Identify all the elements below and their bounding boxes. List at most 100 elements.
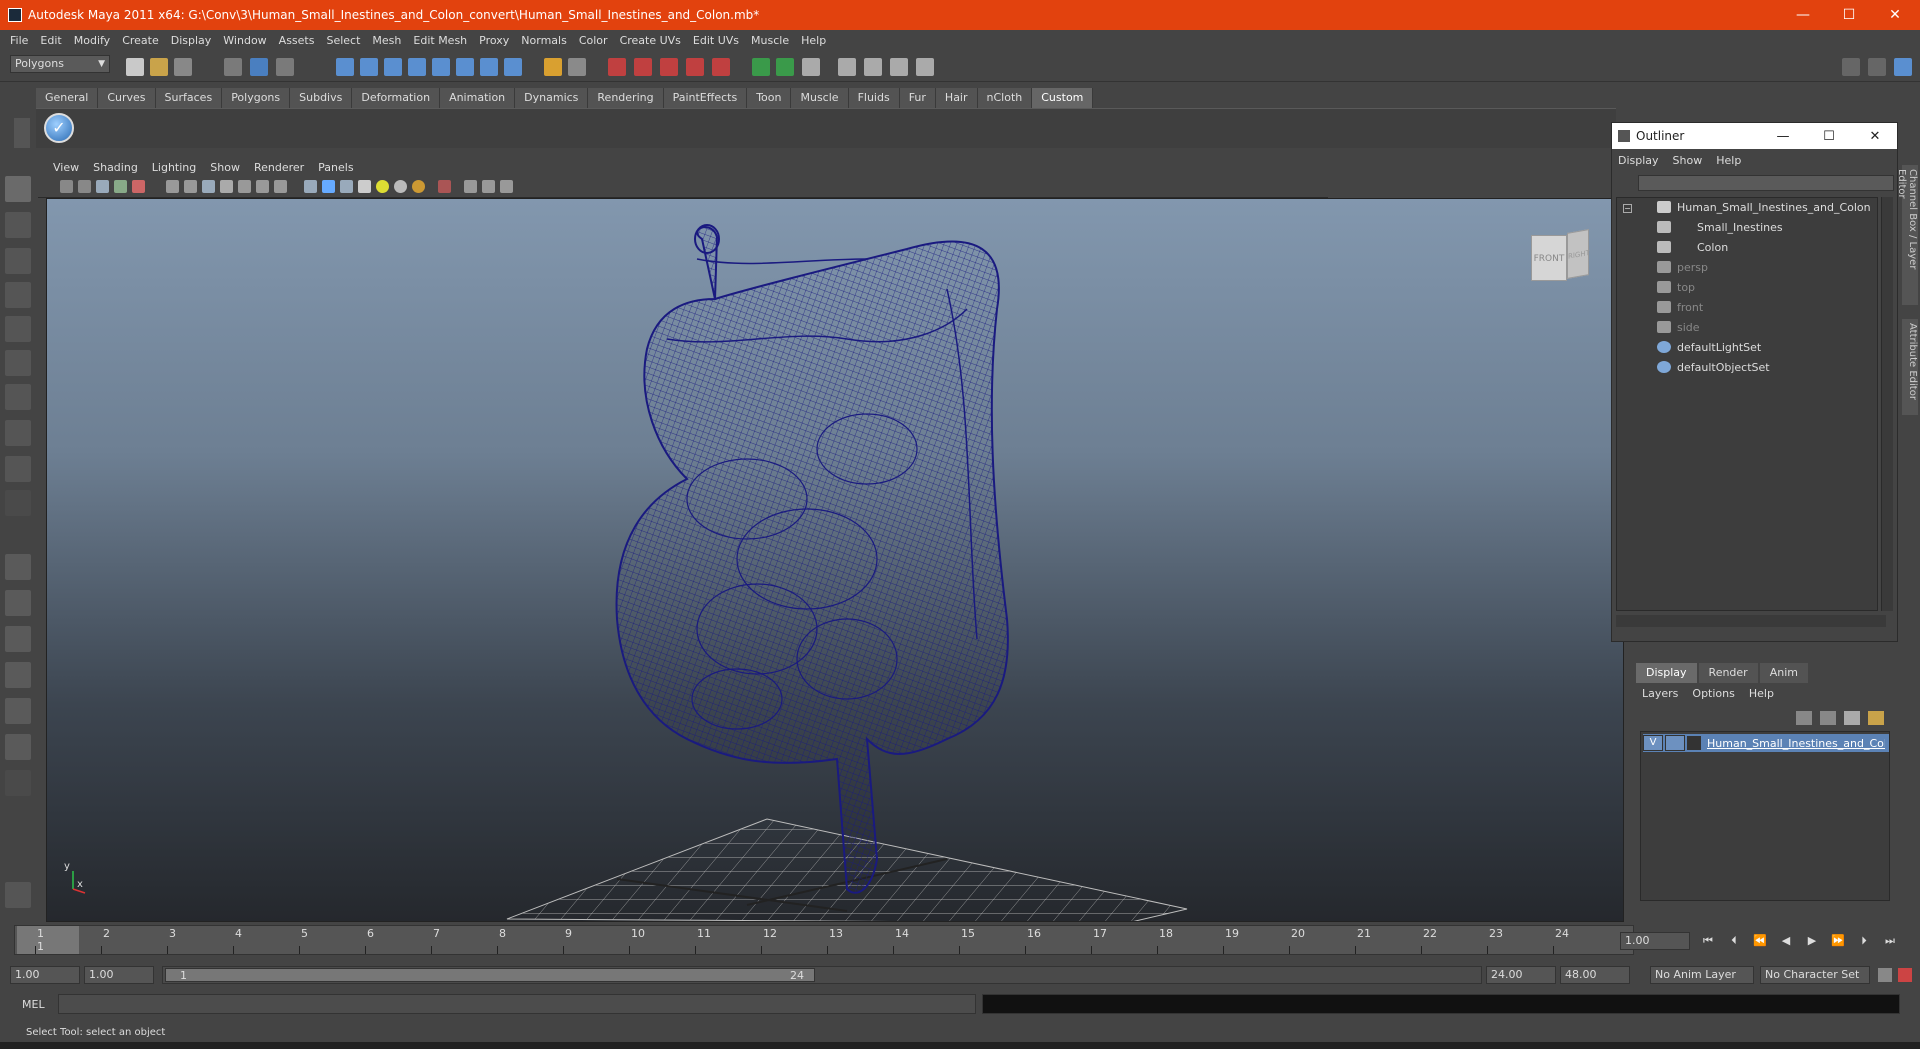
toggle-layout-icon[interactable] bbox=[1842, 58, 1860, 76]
select-object-icon[interactable] bbox=[250, 58, 268, 76]
step-back-key-icon[interactable]: ⏴ bbox=[1726, 934, 1742, 948]
viewport-menu-panels[interactable]: Panels bbox=[311, 161, 360, 174]
menu-set-dropdown[interactable]: Polygons ▼ bbox=[10, 55, 110, 73]
outliner-item[interactable]: persp bbox=[1657, 258, 1708, 276]
checker-icon[interactable] bbox=[358, 180, 371, 193]
tab-animation[interactable]: Animation bbox=[440, 88, 516, 108]
camera-attributes-icon[interactable] bbox=[78, 180, 91, 193]
all-lights-icon[interactable] bbox=[412, 180, 425, 193]
new-layer-icon[interactable] bbox=[1844, 711, 1860, 725]
snap-live-icon[interactable] bbox=[456, 58, 474, 76]
outliner-item[interactable]: top bbox=[1657, 278, 1695, 296]
layer-menu-options[interactable]: Options bbox=[1692, 687, 1734, 700]
show-manipulator-icon[interactable] bbox=[5, 456, 31, 482]
menu-window[interactable]: Window bbox=[217, 34, 272, 47]
tab-painteffects[interactable]: PaintEffects bbox=[663, 88, 748, 108]
selection-highlight-icon[interactable] bbox=[568, 58, 586, 76]
default-material-icon[interactable] bbox=[340, 180, 353, 193]
render-settings-icon[interactable] bbox=[838, 58, 856, 76]
select-tool-icon[interactable] bbox=[5, 176, 31, 202]
menu-color[interactable]: Color bbox=[573, 34, 614, 47]
safe-area-icon[interactable] bbox=[482, 180, 495, 193]
view-cube-right[interactable]: RIGHT bbox=[1567, 229, 1590, 279]
grid-toggle-icon[interactable] bbox=[184, 180, 197, 193]
tab-dynamics[interactable]: Dynamics bbox=[515, 88, 589, 108]
view-cube[interactable]: FRONT RIGHT bbox=[1531, 229, 1591, 285]
viewport-menu-lighting[interactable]: Lighting bbox=[145, 161, 203, 174]
range-slider-handle[interactable]: 1 24 bbox=[165, 968, 815, 982]
go-to-end-icon[interactable]: ⏭ bbox=[1882, 934, 1898, 948]
layer-menu-help[interactable]: Help bbox=[1749, 687, 1774, 700]
layer-row[interactable]: V Human_Small_Inestines_and_Colon_la bbox=[1643, 734, 1889, 752]
menu-edit[interactable]: Edit bbox=[34, 34, 67, 47]
shelf-menu-handle[interactable] bbox=[14, 118, 30, 148]
outliner-item[interactable]: defaultLightSet bbox=[1657, 338, 1761, 356]
current-frame-field[interactable]: 1.00 bbox=[1620, 932, 1690, 950]
layer-menu-layers[interactable]: Layers bbox=[1642, 687, 1678, 700]
playback-end-field[interactable]: 24.00 bbox=[1486, 966, 1556, 984]
outliner-menu-display[interactable]: Display bbox=[1618, 154, 1659, 167]
shadow-icon[interactable] bbox=[394, 180, 407, 193]
tab-general[interactable]: General bbox=[36, 88, 99, 108]
outliner-item[interactable]: side bbox=[1657, 318, 1700, 336]
menu-display[interactable]: Display bbox=[165, 34, 218, 47]
tab-hair[interactable]: Hair bbox=[935, 88, 978, 108]
new-scene-icon[interactable] bbox=[126, 58, 144, 76]
render-frame-icon[interactable] bbox=[776, 58, 794, 76]
hypershade-icon[interactable] bbox=[864, 58, 882, 76]
outliner-item[interactable]: front bbox=[1657, 298, 1703, 316]
camera-select-icon[interactable] bbox=[60, 180, 73, 193]
layout-single-icon[interactable] bbox=[5, 554, 31, 580]
snap-plane-icon[interactable] bbox=[408, 58, 426, 76]
viewport-menu-view[interactable]: View bbox=[46, 161, 86, 174]
tab-curves[interactable]: Curves bbox=[98, 88, 156, 108]
shelf-check-button[interactable]: ✓ bbox=[44, 113, 74, 143]
collapse-icon[interactable]: − bbox=[1623, 204, 1632, 213]
menu-edit-mesh[interactable]: Edit Mesh bbox=[407, 34, 473, 47]
menu-select[interactable]: Select bbox=[320, 34, 366, 47]
bounding-box-icon[interactable] bbox=[238, 180, 251, 193]
layout-four-icon[interactable] bbox=[5, 590, 31, 616]
menu-create[interactable]: Create bbox=[116, 34, 165, 47]
save-scene-icon[interactable] bbox=[174, 58, 192, 76]
flat-shade-icon[interactable] bbox=[220, 180, 233, 193]
help-query-icon[interactable] bbox=[504, 58, 522, 76]
scale-tool-icon[interactable] bbox=[5, 350, 31, 376]
tab-subdivs[interactable]: Subdivs bbox=[290, 88, 353, 108]
end-time-field[interactable]: 48.00 bbox=[1560, 966, 1630, 984]
auto-key-icon[interactable] bbox=[1878, 968, 1892, 982]
input-ops-icon[interactable] bbox=[634, 58, 652, 76]
menu-help[interactable]: Help bbox=[795, 34, 832, 47]
step-back-frame-icon[interactable]: ⏪ bbox=[1752, 934, 1768, 948]
menu-create-uvs[interactable]: Create UVs bbox=[614, 34, 687, 47]
soft-modification-icon[interactable] bbox=[5, 420, 31, 446]
menu-proxy[interactable]: Proxy bbox=[473, 34, 515, 47]
select-hierarchy-icon[interactable] bbox=[224, 58, 242, 76]
ipr-render-icon[interactable] bbox=[802, 58, 820, 76]
close-button[interactable]: ✕ bbox=[1872, 0, 1918, 30]
tab-anim-layers[interactable]: Anim bbox=[1759, 663, 1808, 683]
text-icon[interactable] bbox=[274, 180, 287, 193]
xray-icon[interactable] bbox=[322, 180, 335, 193]
tab-custom[interactable]: Custom bbox=[1032, 88, 1094, 108]
film-gate-icon[interactable] bbox=[464, 180, 477, 193]
menu-edit-uvs[interactable]: Edit UVs bbox=[687, 34, 745, 47]
image-plane-icon[interactable] bbox=[114, 180, 127, 193]
layer-playback-toggle[interactable] bbox=[1665, 735, 1685, 751]
outliner-item[interactable]: defaultObjectSet bbox=[1657, 358, 1770, 376]
history-icon[interactable] bbox=[608, 58, 626, 76]
menu-modify[interactable]: Modify bbox=[68, 34, 116, 47]
toggle-tool-settings-icon[interactable] bbox=[1894, 58, 1912, 76]
outliner-minimize-button[interactable]: — bbox=[1760, 123, 1806, 149]
open-scene-icon[interactable] bbox=[150, 58, 168, 76]
universal-manipulator-icon[interactable] bbox=[5, 384, 31, 410]
select-component-icon[interactable] bbox=[276, 58, 294, 76]
character-set-dropdown[interactable]: No Character Set bbox=[1760, 966, 1870, 984]
outliner-horizontal-scrollbar[interactable] bbox=[1616, 615, 1886, 627]
animation-preferences-icon[interactable] bbox=[1898, 968, 1912, 982]
range-slider-track[interactable]: 1 24 bbox=[162, 966, 1482, 984]
outliner-vertical-scrollbar[interactable] bbox=[1881, 197, 1893, 611]
paint-select-tool-icon[interactable] bbox=[5, 248, 31, 274]
tab-display-layers[interactable]: Display bbox=[1636, 663, 1697, 683]
output-ops-icon[interactable] bbox=[660, 58, 678, 76]
